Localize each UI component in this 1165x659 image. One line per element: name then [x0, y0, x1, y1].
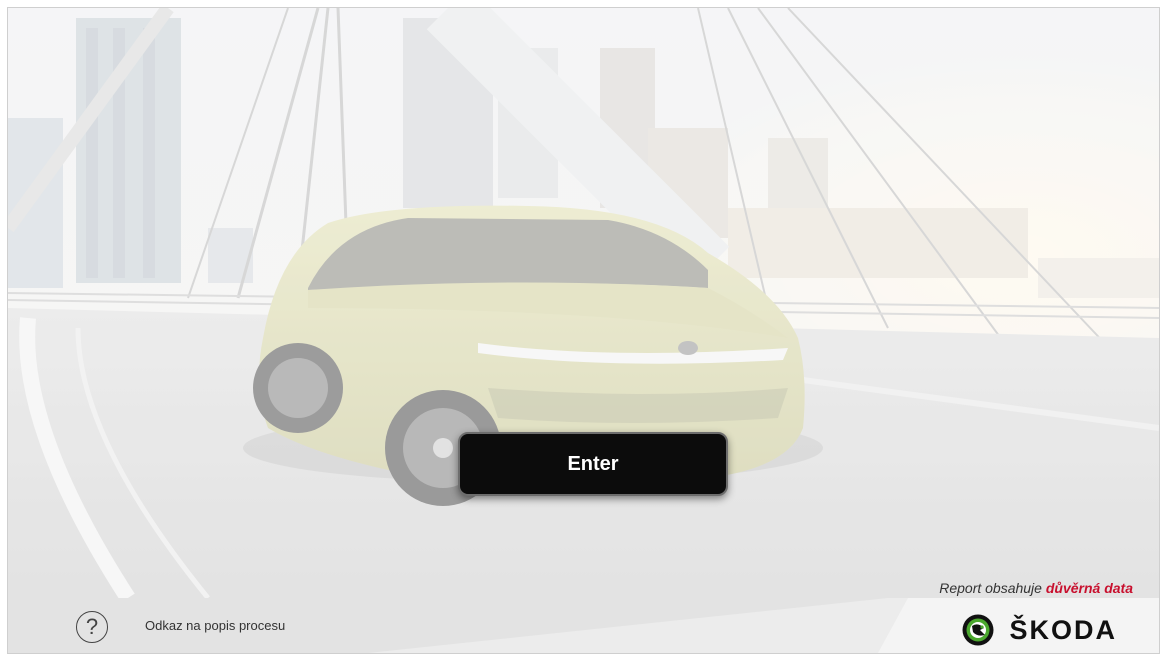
footer-bar: ? Odkaz na popis procesu ŠKODA: [8, 598, 1159, 653]
hero-background: [8, 8, 1159, 598]
confidential-notice: Report obsahuje důvěrná data: [939, 580, 1133, 596]
help-icon[interactable]: ?: [76, 611, 108, 643]
process-description-link[interactable]: Odkaz na popis procesu: [145, 618, 285, 633]
enter-button[interactable]: Enter: [458, 432, 728, 496]
confidential-highlight: důvěrná data: [1045, 580, 1133, 596]
confidential-prefix: Report obsahuje: [939, 580, 1046, 596]
skoda-emblem-icon: [962, 614, 994, 646]
skoda-logo: ŠKODA: [961, 613, 1117, 647]
app-frame: Enter Report obsahuje důvěrná data ? Odk…: [7, 7, 1160, 654]
brand-name: ŠKODA: [1009, 614, 1117, 645]
hero-illustration: [8, 8, 1159, 598]
